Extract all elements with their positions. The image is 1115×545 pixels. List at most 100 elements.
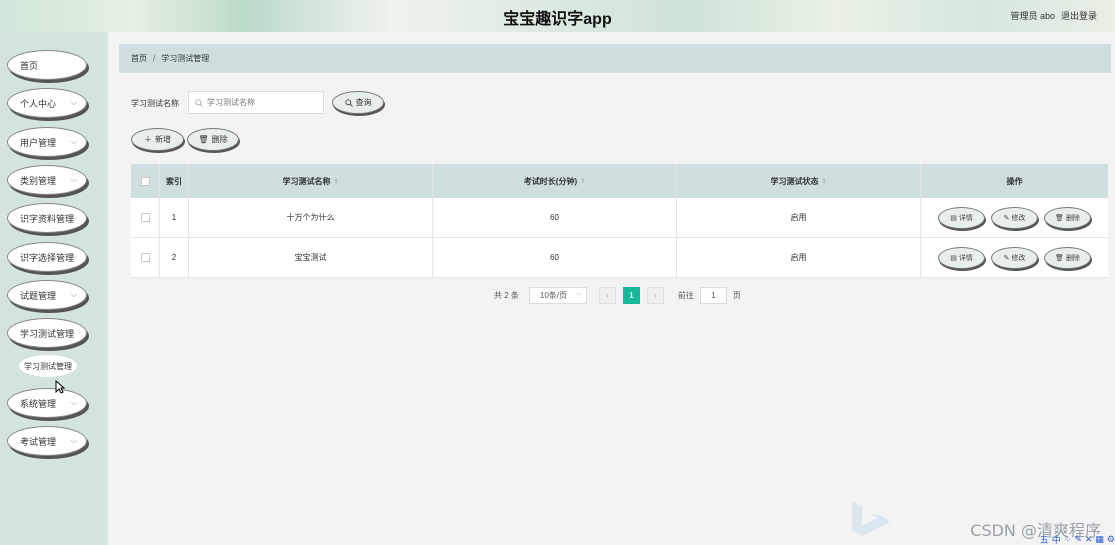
search-icon: [195, 98, 203, 107]
chevron-down-icon: ⌵: [576, 290, 581, 297]
row-name: 十万个为什么: [189, 198, 433, 237]
sort-icon[interactable]: ⇕: [821, 178, 826, 185]
table-row: 2 宝宝测试 60 启用 ▤ 详情 ✎ 修改 🗑 删除: [131, 238, 1108, 278]
chevron-down-icon: ⌵: [70, 252, 77, 261]
chevron-down-icon: ⌵: [70, 213, 77, 222]
ime-icon[interactable]: ✕: [1085, 534, 1093, 545]
query-button[interactable]: 查询: [332, 91, 384, 114]
sidebar-subitem-study-test[interactable]: 学习测试管理: [19, 355, 77, 377]
sidebar-item-category-management[interactable]: 类别管理 ⌵: [7, 165, 87, 195]
row-index: 1: [160, 198, 189, 237]
row-duration: 60: [433, 238, 677, 277]
row-checkbox[interactable]: [140, 213, 150, 222]
header-name-label: 学习测试名称: [282, 176, 331, 186]
search-input[interactable]: [207, 98, 317, 107]
app-title: 宝宝趣识字app: [503, 11, 612, 28]
ime-icon[interactable]: ▦: [1095, 534, 1104, 545]
sidebar-item-label: 类别管理: [20, 175, 57, 186]
mouse-cursor-icon: [55, 380, 65, 394]
row-status: 启用: [677, 198, 921, 237]
sidebar-item-label: 学习测试管理: [20, 328, 75, 339]
main-content: 首页 / 学习测试管理 学习测试名称 查询 ＋ 新增 🗑 删除 索引: [108, 32, 1115, 545]
pencil-icon: ✎: [1003, 214, 1010, 222]
sort-icon[interactable]: ⇕: [580, 178, 585, 185]
ime-icon[interactable]: ⁘: [1064, 534, 1072, 545]
add-button-label: 新增: [155, 135, 171, 144]
bing-logo-icon: [852, 502, 890, 536]
row-actions: ▤ 详情 ✎ 修改 🗑 删除: [921, 198, 1108, 237]
row-status: 启用: [677, 238, 921, 277]
document-icon: ▤: [950, 254, 957, 262]
goto-page-input[interactable]: 1: [699, 286, 727, 304]
page-number-current[interactable]: 1: [622, 286, 640, 304]
sort-icon[interactable]: ⇕: [333, 178, 338, 185]
delete-button-label: 删除: [1065, 214, 1080, 222]
header-ops: 操作: [1006, 176, 1023, 186]
row-duration: 60: [433, 198, 677, 237]
delete-button[interactable]: 🗑 删除: [1044, 206, 1091, 229]
sidebar-item-home[interactable]: 首页: [7, 50, 87, 80]
search-label: 学习测试名称: [131, 99, 179, 108]
sidebar-item-exam-management[interactable]: 考试管理 ⌵: [7, 426, 87, 456]
sidebar-item-user-management[interactable]: 用户管理 ⌵: [7, 127, 87, 157]
prev-page-button[interactable]: ‹: [598, 286, 616, 304]
batch-delete-button[interactable]: 🗑 删除: [187, 128, 239, 151]
chevron-down-icon: ⌵: [70, 290, 77, 299]
sidebar-item-label: 考试管理: [20, 436, 57, 447]
header-status-label: 学习测试状态: [770, 176, 819, 186]
current-user-label: 管理员 abo: [1010, 11, 1055, 21]
sidebar-item-question-management[interactable]: 试题管理 ⌵: [7, 280, 87, 310]
sidebar-subitem-label: 学习测试管理: [24, 361, 72, 371]
header-status[interactable]: 学习测试状态 ⇕: [677, 164, 921, 198]
select-all-checkbox[interactable]: [140, 176, 150, 186]
pagination: 共 2 条 10条/页 ⌵ ‹ 1 › 前往 1 页: [494, 286, 741, 304]
ime-icon[interactable]: ✎: [1074, 534, 1082, 545]
row-select-cell: [131, 238, 160, 277]
delete-button[interactable]: 🗑 删除: [1044, 246, 1091, 269]
search-input-wrapper[interactable]: [188, 91, 324, 114]
table-row: 1 十万个为什么 60 启用 ▤ 详情 ✎ 修改 🗑 删除: [131, 198, 1108, 238]
detail-button-label: 详情: [958, 214, 973, 222]
chevron-down-icon: ⌵: [70, 175, 77, 184]
header-name[interactable]: 学习测试名称 ⇕: [189, 164, 433, 198]
ime-toolbar: 五 中 ⁘ ✎ ✕ ▦ ⚙: [1037, 533, 1115, 545]
document-icon: ▤: [950, 214, 957, 222]
breadcrumb: 首页 / 学习测试管理: [119, 44, 1111, 73]
sidebar-item-literacy-material[interactable]: 识字资料管理 ⌵: [7, 203, 87, 233]
edit-button[interactable]: ✎ 修改: [991, 246, 1038, 269]
goto-label: 前往: [677, 290, 694, 300]
detail-button[interactable]: ▤ 详情: [938, 246, 985, 269]
chevron-down-icon: ⌵: [70, 398, 77, 407]
ime-icon[interactable]: 中: [1052, 533, 1061, 545]
edit-button-label: 修改: [1011, 214, 1026, 222]
sidebar-item-study-test[interactable]: 学习测试管理: [7, 318, 87, 348]
sidebar-item-personal-center[interactable]: 个人中心 ⌵: [7, 88, 87, 118]
logout-link[interactable]: 退出登录: [1061, 9, 1097, 22]
breadcrumb-current: 学习测试管理: [161, 54, 210, 63]
header-select-all-cell: [131, 164, 160, 198]
sidebar-item-system-management[interactable]: 系统管理 ⌵: [7, 388, 87, 418]
ime-icon[interactable]: 五: [1040, 533, 1049, 545]
detail-button[interactable]: ▤ 详情: [938, 206, 985, 229]
sidebar-item-label: 试题管理: [20, 290, 57, 301]
sidebar-item-label: 个人中心: [20, 98, 57, 109]
ime-icon[interactable]: ⚙: [1107, 534, 1115, 545]
detail-button-label: 详情: [958, 254, 973, 262]
row-index: 2: [160, 238, 189, 277]
query-button-label: 查询: [355, 98, 372, 107]
chevron-down-icon: ⌵: [70, 137, 77, 146]
header-duration[interactable]: 考试时长(分钟) ⇕: [433, 164, 677, 198]
plus-icon: ＋: [144, 135, 152, 144]
row-name: 宝宝测试: [189, 238, 433, 277]
edit-button[interactable]: ✎ 修改: [991, 206, 1038, 229]
row-checkbox[interactable]: [140, 253, 150, 262]
breadcrumb-home[interactable]: 首页: [131, 53, 147, 64]
page-size-select[interactable]: 10条/页 ⌵: [528, 286, 587, 304]
row-actions: ▤ 详情 ✎ 修改 🗑 删除: [921, 238, 1108, 277]
sidebar-item-literacy-choice[interactable]: 识字选择管理 ⌵: [7, 242, 87, 272]
trash-icon: 🗑: [198, 135, 209, 144]
chevron-left-icon: ‹: [606, 290, 609, 300]
next-page-button[interactable]: ›: [646, 286, 664, 304]
add-button[interactable]: ＋ 新增: [131, 128, 184, 151]
sidebar-item-label: 用户管理: [20, 137, 57, 148]
